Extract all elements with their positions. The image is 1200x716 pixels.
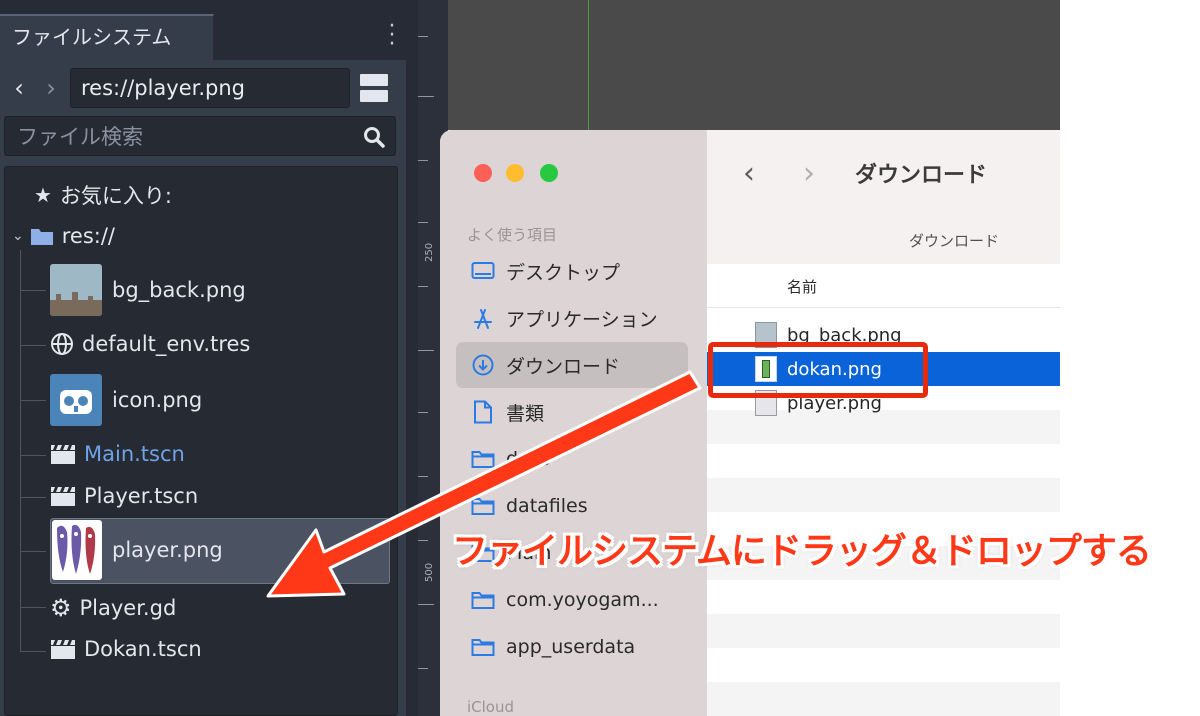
annotation-text: ファイルシステムにドラッグ＆ドロップする <box>452 531 1152 572</box>
drag-arrow-icon <box>266 370 702 598</box>
